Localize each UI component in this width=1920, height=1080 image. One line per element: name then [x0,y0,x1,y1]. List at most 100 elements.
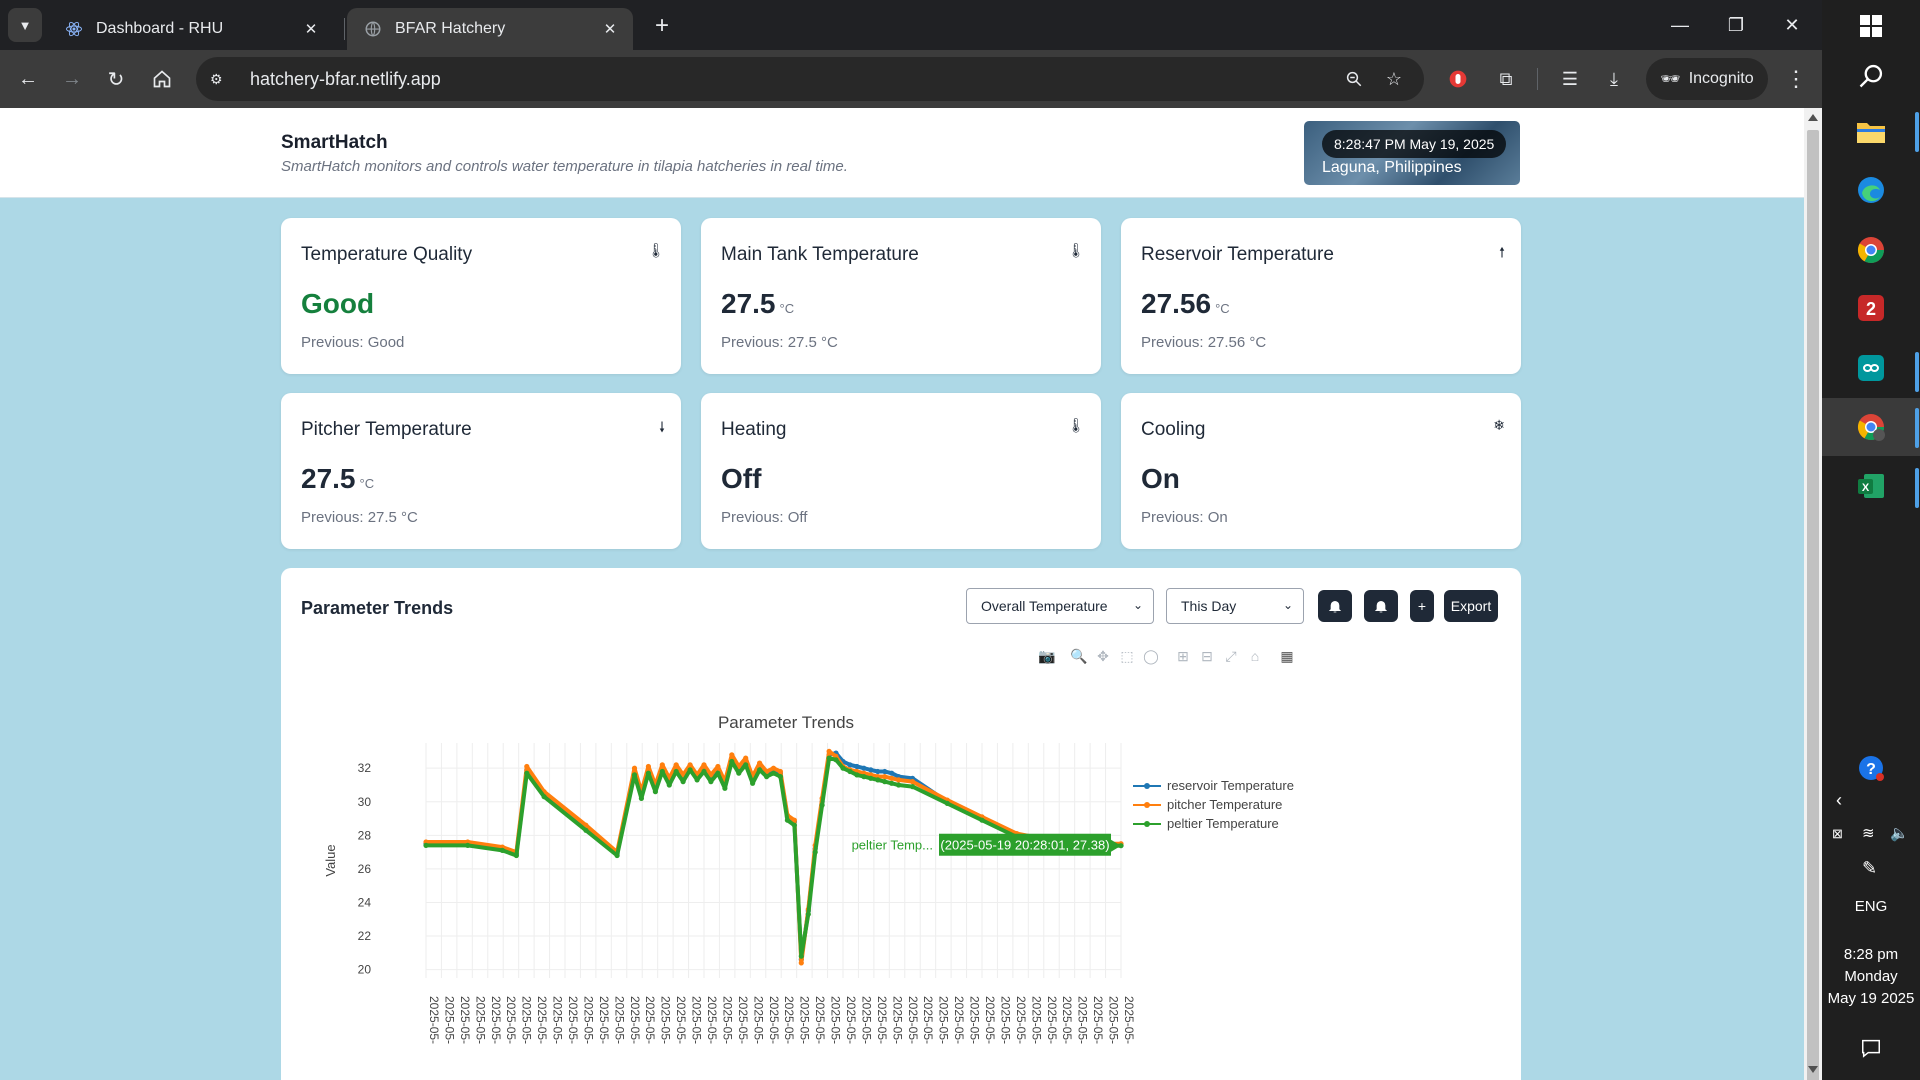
data-point [743,762,749,768]
close-icon[interactable]: ✕ [599,18,621,40]
site-settings-icon[interactable]: ⚙ [210,71,240,88]
tab-dashboard-rhu[interactable]: Dashboard - RHU ✕ [48,8,334,50]
restore-button[interactable]: ❐ [1708,8,1764,42]
zoom-icon[interactable] [1336,57,1372,101]
browser-menu-icon[interactable]: ⋮ [1778,61,1814,97]
trends-title: Parameter Trends [301,598,454,618]
data-point [882,779,888,785]
data-point [826,748,832,754]
data-point [652,789,658,795]
bookmark-star-icon[interactable]: ☆ [1376,57,1412,101]
search-icon[interactable] [1847,52,1895,100]
parameter-select[interactable]: Overall Temperature ⌄ [966,588,1154,624]
arrow-down-icon: 🠗 [658,419,665,435]
game-app-icon[interactable]: 2 [1847,284,1895,332]
y-tick-label: 26 [358,862,372,876]
zoom-icon[interactable]: 🔍 [1067,646,1091,666]
camera-icon[interactable]: 📷 [1035,646,1059,666]
file-explorer-icon[interactable] [1847,108,1895,156]
box-select-icon[interactable]: ⬚ [1115,646,1139,666]
display-icon[interactable]: ⊠ [1832,826,1843,842]
svg-text:X: X [1862,482,1870,494]
data-point [673,762,679,768]
card-unit: °C [359,476,375,491]
parameter-trends-panel: Parameter Trends Overall Temperature ⌄ T… [281,568,1521,1080]
forward-button[interactable]: → [54,61,90,97]
card-unit: °C [1215,301,1230,316]
card-main-tank-temperature: Main Tank Temperature 🌡 27.5 °C Previous:… [701,218,1101,374]
alert-bell-button[interactable] [1318,590,1352,622]
data-point [854,772,860,778]
card-unit: °C [779,301,795,316]
y-tick-label: 28 [358,828,372,842]
card-title: Reservoir Temperature [1141,244,1334,265]
lasso-select-icon[interactable]: ◯ [1139,646,1163,666]
pan-icon[interactable]: ✥ [1091,646,1115,666]
data-point [423,842,429,848]
range-select[interactable]: This Day ⌄ [1166,588,1304,624]
toolbar-divider [1537,68,1538,90]
legend-entry: pitcher Temperature [1167,797,1282,812]
scroll-thumb[interactable] [1807,130,1819,1080]
data-point [875,768,881,775]
arduino-icon[interactable] [1847,344,1895,392]
autoscale-icon[interactable]: ⤢ [1219,646,1243,666]
language-indicator[interactable]: ENG [1822,898,1920,915]
pen-icon[interactable]: ✎ [1862,858,1877,879]
card-previous: Previous: 27.5 °C [301,509,418,526]
plotly-logo-icon[interactable]: ▦ [1275,646,1299,666]
taskbar-time[interactable]: 8:28 pm [1822,946,1920,963]
help-icon[interactable]: ? [1847,744,1895,792]
taskbar-date[interactable]: May 19 2025 [1822,990,1920,1007]
card-title: Heating [721,419,787,440]
extension-adblock-icon[interactable] [1440,61,1476,97]
data-point [909,784,916,790]
data-point [541,794,547,800]
wifi-icon[interactable]: ≋ [1862,824,1875,842]
page-scrollbar[interactable] [1804,108,1822,1080]
extensions-puzzle-icon[interactable]: ⧉ [1488,61,1524,97]
add-button[interactable]: + [1410,590,1434,622]
tab-bfar-hatchery[interactable]: BFAR Hatchery ✕ [347,8,633,50]
zoom-out-icon[interactable]: ⊟ [1195,646,1219,666]
scroll-up-arrow[interactable] [1808,114,1818,121]
notification-center-icon[interactable] [1847,1024,1895,1072]
data-point [701,768,707,775]
edge-browser-icon[interactable] [1847,166,1895,214]
incognito-profile-button[interactable]: 🕶 Incognito [1646,58,1768,100]
scroll-down-arrow[interactable] [1808,1066,1818,1073]
card-title: Main Tank Temperature [721,244,919,265]
reading-list-icon[interactable]: ☰ [1552,61,1588,97]
taskbar-day[interactable]: Monday [1822,968,1920,985]
back-button[interactable]: ← [10,61,46,97]
x-tick-label: 2025-05- [1014,996,1028,1044]
new-tab-button[interactable]: + [648,12,676,40]
y-tick-label: 24 [358,895,372,909]
excel-icon[interactable]: X [1847,462,1895,510]
chrome-incognito-icon[interactable] [1847,403,1895,451]
x-tick-label: 2025-05- [844,996,858,1044]
reset-axes-icon[interactable]: ⌂ [1243,646,1267,666]
card-previous: Previous: Off [721,509,808,526]
reload-button[interactable]: ↻ [98,61,134,97]
chrome-icon[interactable] [1847,226,1895,274]
data-point [659,768,665,775]
windows-start-icon[interactable] [1847,2,1895,50]
export-button[interactable]: Export [1444,590,1498,622]
window-close-button[interactable]: ✕ [1764,8,1820,42]
zoom-in-icon[interactable]: ⊞ [1171,646,1195,666]
home-button[interactable] [144,61,180,97]
address-bar[interactable]: ⚙ hatchery-bfar.netlify.app ☆ [196,57,1424,101]
tab-search-button[interactable]: ▼ [8,8,42,42]
notification-bell-button[interactable] [1364,590,1398,622]
x-tick-label: 2025-05- [674,996,688,1044]
data-point [694,777,700,783]
chevron-left-icon[interactable]: ‹ [1836,790,1842,811]
volume-icon[interactable]: 🔈 [1890,824,1909,842]
data-point [861,765,867,771]
download-icon[interactable]: ⤓ [1596,61,1632,97]
x-tick-label: 2025-05- [1060,996,1074,1044]
minimize-button[interactable]: — [1652,8,1708,42]
close-icon[interactable]: ✕ [300,18,322,40]
card-previous: Previous: 27.56 °C [1141,334,1267,351]
